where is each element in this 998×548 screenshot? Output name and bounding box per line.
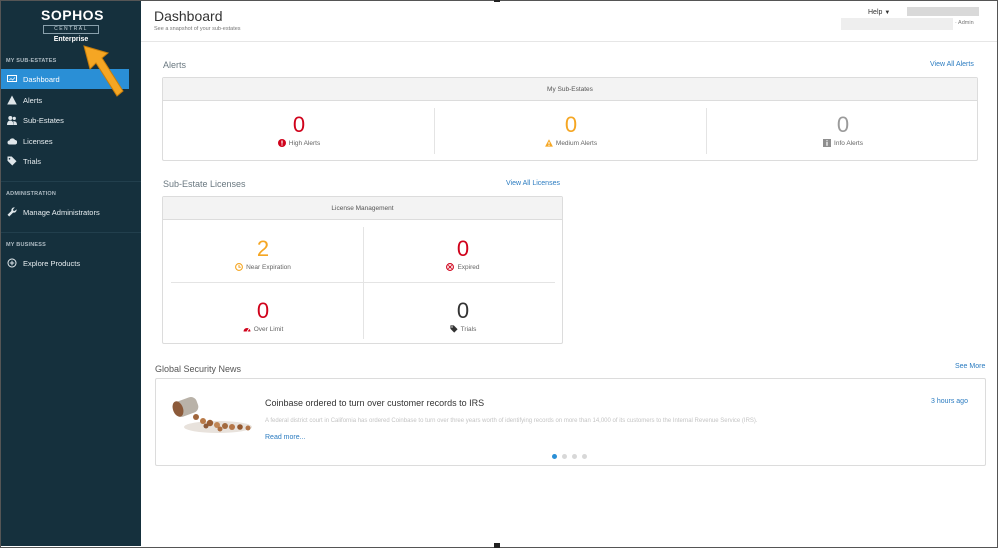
tag-icon	[450, 325, 458, 333]
view-all-licenses-link[interactable]: View All Licenses	[506, 180, 560, 187]
info-alerts-count: 0	[836, 112, 850, 137]
sidebar-item-label: Dashboard	[23, 74, 60, 84]
info-icon	[823, 139, 832, 147]
sidebar-item-sub-estates[interactable]: Sub-Estates	[1, 110, 129, 130]
metric-divider	[171, 282, 555, 283]
info-alerts-metric[interactable]: 0 Info Alerts	[707, 113, 979, 147]
near-expiration-label: Near Expiration	[246, 263, 291, 271]
news-card: Coinbase ordered to turn over customer r…	[155, 378, 986, 466]
plus-circle-icon	[1, 258, 23, 268]
alerts-heading: Alerts	[163, 60, 187, 70]
clock-icon	[235, 263, 244, 271]
logo-edition: Enterprise	[53, 36, 89, 43]
user-role: · Admin	[955, 20, 974, 26]
licenses-panel: License Management 2 Near Expiration 0 E…	[162, 196, 563, 344]
read-more-link[interactable]: Read more...	[265, 434, 305, 441]
trials-metric[interactable]: 0 Trials	[363, 299, 563, 333]
section-administration: ADMINISTRATION	[6, 191, 57, 197]
sidebar-item-label: Sub-Estates	[23, 115, 64, 125]
carousel-dot[interactable]	[572, 454, 577, 459]
sidebar-item-manage-administrators[interactable]: Manage Administrators	[1, 202, 129, 222]
sidebar-item-explore-products[interactable]: Explore Products	[1, 253, 129, 273]
high-alerts-label: High Alerts	[288, 139, 321, 147]
medium-alerts-label: Medium Alerts	[555, 139, 598, 147]
carousel-dots	[552, 454, 587, 459]
info-alerts-label: Info Alerts	[834, 139, 863, 147]
annotation-arrow-icon	[83, 45, 124, 97]
news-time: 3 hours ago	[931, 398, 968, 405]
section-my-sub-estates: MY SUB-ESTATES	[6, 58, 57, 64]
logo-central: CENTRAL	[43, 25, 99, 34]
gauge-icon	[243, 328, 251, 332]
caret-down-icon: ▼	[884, 10, 891, 16]
users-icon	[1, 115, 23, 125]
page-subtitle: See a snapshot of your sub-estates	[154, 26, 241, 32]
high-alerts-metric[interactable]: 0 High Alerts	[163, 113, 435, 147]
expired-metric[interactable]: 0 Expired	[363, 237, 563, 271]
logo-brand: SOPHOS	[41, 7, 104, 23]
sidebar-item-trials[interactable]: Trials	[1, 151, 129, 171]
bottom-marker	[494, 543, 500, 548]
warning-icon	[1, 95, 23, 105]
help-label: Help	[868, 9, 883, 16]
over-limit-count: 0	[256, 298, 270, 323]
sophos-logo[interactable]: SOPHOS CENTRAL Enterprise	[41, 7, 104, 43]
licenses-heading: Sub-Estate Licenses	[163, 179, 246, 189]
user-account-redacted	[841, 18, 953, 30]
error-icon	[277, 139, 286, 147]
carousel-dot[interactable]	[562, 454, 567, 459]
expired-label: Expired	[457, 263, 480, 271]
alerts-panel: My Sub-Estates 0 High Alerts 0 Medium Al…	[162, 77, 978, 161]
see-more-link[interactable]: See More	[955, 363, 985, 370]
over-limit-label: Over Limit	[253, 325, 284, 333]
sidebar-item-label: Manage Administrators	[23, 207, 100, 217]
over-limit-metric[interactable]: 0 Over Limit	[163, 299, 363, 333]
tag-icon	[1, 156, 23, 166]
expired-clock-icon	[446, 263, 455, 271]
expired-count: 0	[456, 236, 470, 261]
page-title: Dashboard	[154, 8, 223, 24]
help-menu[interactable]: Help ▼	[868, 9, 890, 16]
warning-icon	[545, 139, 553, 147]
medium-alerts-count: 0	[564, 112, 578, 137]
view-all-alerts-link[interactable]: View All Alerts	[930, 61, 974, 68]
news-snippet: A federal district court in California h…	[265, 418, 758, 424]
near-expiration-count: 2	[256, 236, 270, 261]
licenses-panel-title: License Management	[163, 197, 562, 220]
news-image-coins[interactable]	[170, 393, 258, 437]
news-heading: Global Security News	[155, 364, 242, 374]
sidebar-divider	[1, 232, 141, 233]
dashboard-icon	[1, 74, 23, 84]
news-title[interactable]: Coinbase ordered to turn over customer r…	[265, 398, 484, 408]
section-my-business: MY BUSINESS	[6, 242, 46, 248]
trials-label: Trials	[460, 325, 477, 333]
carousel-dot[interactable]	[582, 454, 587, 459]
sidebar-item-licenses[interactable]: Licenses	[1, 131, 129, 151]
medium-alerts-metric[interactable]: 0 Medium Alerts	[435, 113, 707, 147]
carousel-dot[interactable]	[552, 454, 557, 459]
trials-count: 0	[456, 298, 470, 323]
high-alerts-count: 0	[292, 112, 306, 137]
page-header: Dashboard See a snapshot of your sub-est…	[141, 1, 997, 42]
sidebar-item-label: Explore Products	[23, 258, 81, 268]
sidebar-item-label: Trials	[23, 156, 42, 166]
user-name-redacted[interactable]	[907, 7, 979, 16]
sidebar-item-label: Licenses	[23, 136, 53, 146]
sidebar-divider	[1, 181, 141, 182]
wrench-icon	[1, 207, 23, 217]
cloud-icon	[1, 136, 23, 146]
sidebar-item-label: Alerts	[23, 95, 43, 105]
alerts-panel-title: My Sub-Estates	[163, 78, 977, 101]
near-expiration-metric[interactable]: 2 Near Expiration	[163, 237, 363, 271]
